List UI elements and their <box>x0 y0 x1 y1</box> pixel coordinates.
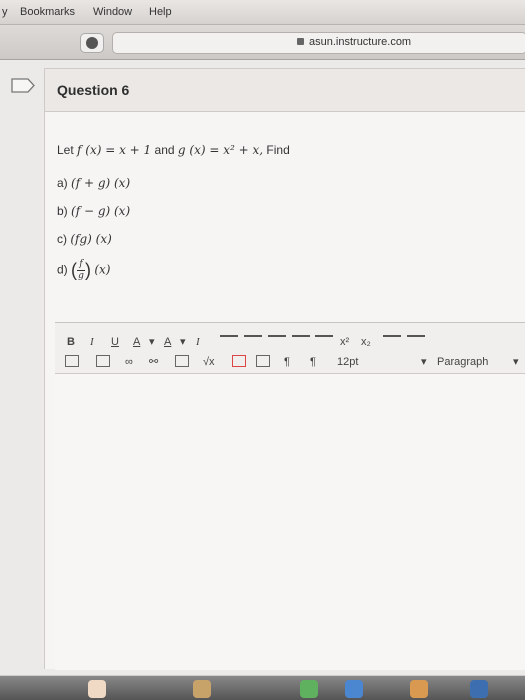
question-part-c: c) (fg) (x) <box>57 232 112 246</box>
table-icon[interactable] <box>65 355 79 369</box>
font-size-select[interactable]: 12pt <box>337 355 358 369</box>
question-header: Question 6 <box>45 69 525 112</box>
align-left-icon[interactable] <box>220 333 238 347</box>
flag-icon[interactable] <box>10 78 36 93</box>
question-title: Question 6 <box>57 82 130 98</box>
prompt-and: and <box>154 143 175 157</box>
dock <box>0 676 525 700</box>
url-text: asun.instructure.com <box>309 36 412 48</box>
f-definition: f (x) = x + 1 <box>77 143 152 157</box>
clear-format-button[interactable]: I <box>196 335 200 349</box>
part-expression: (fg) (x) <box>70 232 112 246</box>
prompt-prefix: Let <box>57 143 74 157</box>
superscript-button[interactable]: x² <box>340 335 349 349</box>
link-icon[interactable]: ∞ <box>125 355 133 369</box>
editor-toolbar: B I U A ▾ A ▾ I x² x₂ ∞ ⚯ √x ¶ ¶ 12pt ▾ … <box>55 323 525 374</box>
fraction-numerator: f <box>79 259 83 269</box>
indent-icon[interactable] <box>315 333 333 347</box>
rich-text-editor: B I U A ▾ A ▾ I x² x₂ ∞ ⚯ √x ¶ ¶ 12pt ▾ … <box>55 322 525 670</box>
numbered-list-icon[interactable] <box>407 333 425 347</box>
part-label: a) <box>57 176 68 190</box>
app-icon[interactable] <box>410 680 428 698</box>
lock-icon <box>297 38 304 45</box>
menu-item-window[interactable]: Window <box>93 6 132 18</box>
bold-button[interactable]: B <box>67 335 75 349</box>
fraction: fg <box>77 259 86 281</box>
fraction-denominator: g <box>78 271 84 281</box>
g-definition: g (x) = x² + x, <box>177 143 264 157</box>
chevron-down-icon[interactable]: ▾ <box>421 355 427 369</box>
app-store-icon[interactable] <box>345 680 363 698</box>
circle-icon <box>86 37 98 49</box>
messages-icon[interactable] <box>300 680 318 698</box>
chevron-down-icon[interactable]: ▾ <box>513 355 519 369</box>
part-label: b) <box>57 204 68 218</box>
right-paren: ) <box>85 260 92 280</box>
italic-button[interactable]: I <box>90 335 94 349</box>
address-bar[interactable]: asun.instructure.com <box>112 32 525 54</box>
chevron-down-icon[interactable]: ▾ <box>180 335 186 349</box>
calendar-icon[interactable] <box>88 680 106 698</box>
browser-toolbar: asun.instructure.com <box>0 25 525 60</box>
align-right-icon[interactable] <box>268 333 286 347</box>
answer-text-area[interactable] <box>55 374 525 670</box>
paragraph-select[interactable]: Paragraph <box>437 355 488 369</box>
menu-bar: y Bookmarks Window Help <box>0 0 525 25</box>
menu-item-bookmarks[interactable]: Bookmarks <box>20 6 75 18</box>
part-label: c) <box>57 232 67 246</box>
question-part-b: b) (f − g) (x) <box>57 204 130 218</box>
align-center-icon[interactable] <box>244 333 262 347</box>
justify-icon[interactable] <box>292 333 310 347</box>
prompt-find: Find <box>266 143 290 157</box>
menu-item-help[interactable]: Help <box>149 6 172 18</box>
question-part-a: a) (f + g) (x) <box>57 176 130 190</box>
question-card: Question 6 Let f (x) = x + 1 and g (x) =… <box>44 68 525 670</box>
question-prompt: Let f (x) = x + 1 and g (x) = x² + x, Fi… <box>57 143 290 157</box>
question-part-d: d) (f g) (x) <box>57 260 111 281</box>
underline-button[interactable]: U <box>111 335 119 349</box>
app-icon[interactable] <box>470 680 488 698</box>
image-icon[interactable] <box>175 355 189 369</box>
sqrt-button[interactable]: √x <box>203 355 215 369</box>
quiz-page: Question 6 Let f (x) = x + 1 and g (x) =… <box>0 60 525 675</box>
unlink-icon[interactable]: ⚯ <box>149 355 158 369</box>
browser-extension-button[interactable] <box>80 33 104 53</box>
app-icon[interactable] <box>193 680 211 698</box>
part-expression: (x) <box>94 262 111 277</box>
part-label: d) <box>57 262 68 277</box>
video-icon[interactable] <box>256 355 270 369</box>
record-icon[interactable] <box>232 355 246 369</box>
part-expression: (f + g) (x) <box>71 176 131 190</box>
chevron-down-icon[interactable]: ▾ <box>149 335 155 349</box>
subscript-button[interactable]: x₂ <box>361 335 371 349</box>
bullet-list-icon[interactable] <box>383 333 401 347</box>
text-color-button[interactable]: A <box>133 335 140 349</box>
rtl-direction-icon[interactable]: ¶ <box>310 355 316 369</box>
background-color-button[interactable]: A <box>164 335 171 349</box>
media-embed-icon[interactable] <box>96 355 110 369</box>
ltr-direction-icon[interactable]: ¶ <box>284 355 290 369</box>
menu-item-app[interactable]: y <box>2 6 8 18</box>
part-expression: (f − g) (x) <box>71 204 131 218</box>
